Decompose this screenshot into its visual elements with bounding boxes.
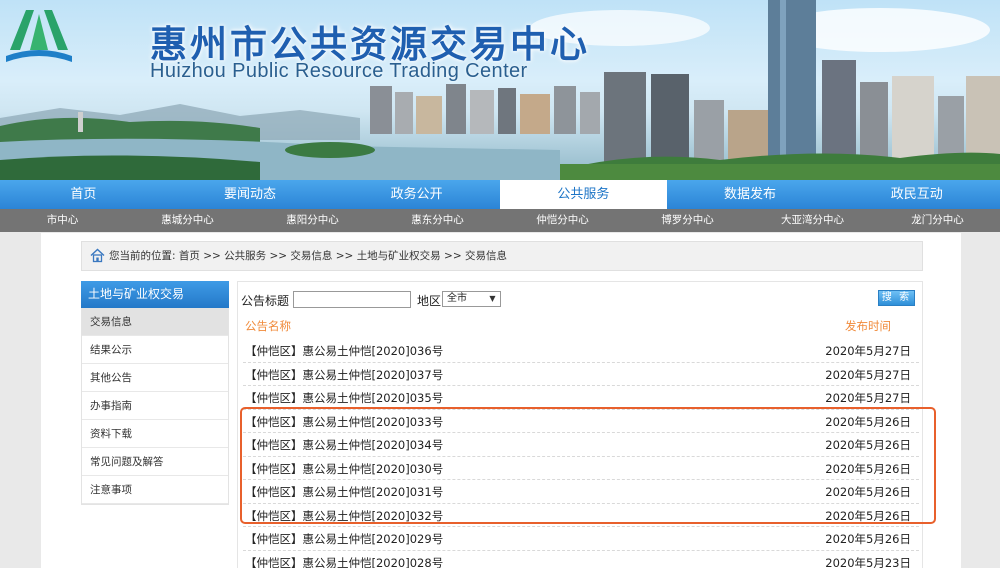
announcement-link[interactable]: 【仲恺区】惠公易土仲恺[2020]031号 bbox=[245, 484, 443, 500]
breadcrumb: 您当前的位置: 首页 >> 公共服务 >> 交易信息 >> 土地与矿业权交易 >… bbox=[81, 241, 923, 271]
table-row[interactable]: 【仲恺区】惠公易土仲恺[2020]031号 2020年5月26日 bbox=[243, 480, 919, 504]
chevron-down-icon: ▼ bbox=[489, 294, 496, 303]
table-row[interactable]: 【仲恺区】惠公易土仲恺[2020]030号 2020年5月26日 bbox=[243, 457, 919, 480]
sidebar: 土地与矿业权交易 交易信息 结果公示 其他公告 办事指南 资料下载 常见问题及解… bbox=[81, 281, 229, 505]
table-header: 公告名称 发布时间 bbox=[243, 316, 919, 334]
center-logo bbox=[6, 10, 72, 62]
announcement-link[interactable]: 【仲恺区】惠公易土仲恺[2020]032号 bbox=[245, 508, 443, 524]
subnav-huicheng[interactable]: 惠城分中心 bbox=[125, 209, 250, 232]
sidebar-menu: 交易信息 结果公示 其他公告 办事指南 资料下载 常见问题及解答 注意事项 bbox=[81, 308, 229, 505]
publish-date: 2020年5月26日 bbox=[825, 461, 911, 476]
publish-date: 2020年5月27日 bbox=[825, 367, 911, 382]
subnav-huiyang[interactable]: 惠阳分中心 bbox=[250, 209, 375, 232]
announcement-link[interactable]: 【仲恺区】惠公易土仲恺[2020]036号 bbox=[245, 343, 443, 359]
nav-home[interactable]: 首页 bbox=[0, 180, 167, 209]
column-header-date: 发布时间 bbox=[845, 319, 891, 333]
table-row[interactable]: 【仲恺区】惠公易土仲恺[2020]036号 2020年5月27日 bbox=[243, 339, 919, 363]
announcement-list: 公告标题 地区 全市 ▼ 搜 索 公告名称 发布时间 【仲恺区】惠公易土仲恺[2… bbox=[237, 281, 923, 568]
table-row[interactable]: 【仲恺区】惠公易土仲恺[2020]034号 2020年5月26日 bbox=[243, 433, 919, 457]
search-button[interactable]: 搜 索 bbox=[878, 290, 915, 306]
subnav-zhongkai[interactable]: 仲恺分中心 bbox=[500, 209, 625, 232]
title-label: 公告标题 bbox=[241, 294, 290, 308]
sidebar-item-other-notices[interactable]: 其他公告 bbox=[82, 364, 228, 392]
home-icon bbox=[90, 248, 105, 263]
announcement-link[interactable]: 【仲恺区】惠公易土仲恺[2020]029号 bbox=[245, 531, 443, 547]
sidebar-item-result-notice[interactable]: 结果公示 bbox=[82, 336, 228, 364]
subnav-boluo[interactable]: 博罗分中心 bbox=[625, 209, 750, 232]
announcement-link[interactable]: 【仲恺区】惠公易土仲恺[2020]035号 bbox=[245, 390, 443, 406]
table-row[interactable]: 【仲恺区】惠公易土仲恺[2020]028号 2020年5月23日 bbox=[243, 551, 919, 568]
sidebar-item-faq[interactable]: 常见问题及解答 bbox=[82, 448, 228, 476]
region-select[interactable]: 全市 ▼ bbox=[442, 291, 501, 307]
publish-date: 2020年5月26日 bbox=[825, 532, 911, 546]
subnav-huidong[interactable]: 惠东分中心 bbox=[375, 209, 500, 232]
publish-date: 2020年5月27日 bbox=[825, 391, 911, 405]
subnav-dayawan[interactable]: 大亚湾分中心 bbox=[750, 209, 875, 232]
breadcrumb-text: 您当前的位置: 首页 >> 公共服务 >> 交易信息 >> 土地与矿业权交易 >… bbox=[109, 250, 507, 262]
subnav-longmen[interactable]: 龙门分中心 bbox=[875, 209, 1000, 232]
table-row[interactable]: 【仲恺区】惠公易土仲恺[2020]029号 2020年5月26日 bbox=[243, 527, 919, 551]
announcement-link[interactable]: 【仲恺区】惠公易土仲恺[2020]030号 bbox=[245, 461, 443, 477]
header-banner: 惠州市公共资源交易中心 Huizhou Public Resource Trad… bbox=[0, 0, 1000, 180]
table-row[interactable]: 【仲恺区】惠公易土仲恺[2020]037号 2020年5月27日 bbox=[243, 363, 919, 386]
sidebar-item-notes[interactable]: 注意事项 bbox=[82, 476, 228, 504]
nav-interaction[interactable]: 政民互动 bbox=[833, 180, 1000, 209]
announcement-link[interactable]: 【仲恺区】惠公易土仲恺[2020]028号 bbox=[245, 555, 443, 568]
title-search-input[interactable] bbox=[293, 291, 411, 308]
announcement-link[interactable]: 【仲恺区】惠公易土仲恺[2020]037号 bbox=[245, 367, 443, 383]
sidebar-heading: 土地与矿业权交易 bbox=[81, 281, 229, 308]
region-selected-value: 全市 bbox=[447, 293, 467, 304]
region-label: 地区 bbox=[417, 294, 442, 308]
announcement-link[interactable]: 【仲恺区】惠公易土仲恺[2020]034号 bbox=[245, 437, 443, 453]
publish-date: 2020年5月26日 bbox=[825, 414, 911, 429]
subnav-city-center[interactable]: 市中心 bbox=[0, 209, 125, 232]
sidebar-item-downloads[interactable]: 资料下载 bbox=[82, 420, 228, 448]
table-row[interactable]: 【仲恺区】惠公易土仲恺[2020]035号 2020年5月27日 bbox=[243, 386, 919, 410]
publish-date: 2020年5月27日 bbox=[825, 344, 911, 358]
announcement-link[interactable]: 【仲恺区】惠公易土仲恺[2020]033号 bbox=[245, 414, 443, 430]
content-panel: 您当前的位置: 首页 >> 公共服务 >> 交易信息 >> 土地与矿业权交易 >… bbox=[41, 233, 961, 568]
table-row[interactable]: 【仲恺区】惠公易土仲恺[2020]033号 2020年5月26日 bbox=[243, 410, 919, 433]
sub-nav: 市中心 惠城分中心 惠阳分中心 惠东分中心 仲恺分中心 博罗分中心 大亚湾分中心… bbox=[0, 209, 1000, 232]
publish-date: 2020年5月26日 bbox=[825, 438, 911, 452]
nav-news[interactable]: 要闻动态 bbox=[167, 180, 334, 209]
nav-public-service[interactable]: 公共服务 bbox=[500, 180, 667, 209]
main-nav: 首页 要闻动态 政务公开 公共服务 数据发布 政民互动 bbox=[0, 180, 1000, 209]
table-body: 【仲恺区】惠公易土仲恺[2020]036号 2020年5月27日 【仲恺区】惠公易… bbox=[243, 339, 919, 568]
publish-date: 2020年5月26日 bbox=[825, 508, 911, 523]
sidebar-item-guide[interactable]: 办事指南 bbox=[82, 392, 228, 420]
table-row[interactable]: 【仲恺区】惠公易土仲恺[2020]032号 2020年5月26日 bbox=[243, 504, 919, 527]
column-header-name: 公告名称 bbox=[245, 319, 291, 333]
sidebar-item-trading-info[interactable]: 交易信息 bbox=[82, 308, 228, 336]
site-title-english: Huizhou Public Resource Trading Center bbox=[150, 60, 528, 82]
publish-date: 2020年5月23日 bbox=[825, 555, 911, 568]
nav-data-release[interactable]: 数据发布 bbox=[667, 180, 834, 209]
nav-government-affairs[interactable]: 政务公开 bbox=[333, 180, 500, 209]
publish-date: 2020年5月26日 bbox=[825, 485, 911, 499]
